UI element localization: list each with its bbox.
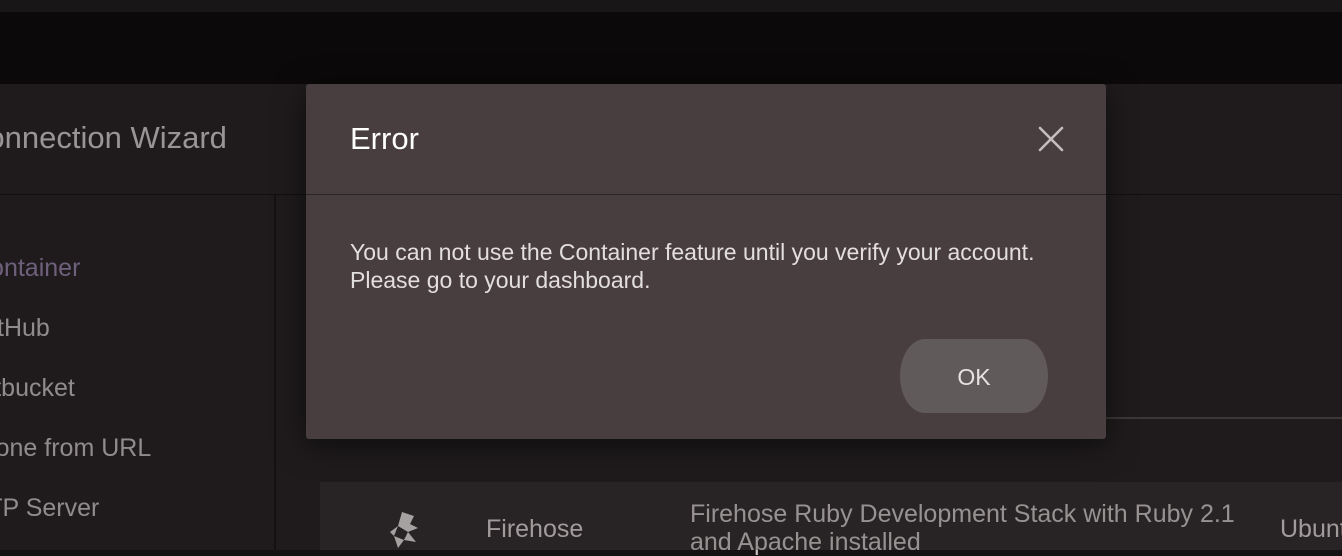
dialog-message-line-2: Please go to your dashboard. [350,267,651,293]
dialog-header: Error [306,84,1106,195]
close-icon[interactable] [1036,124,1066,154]
ok-button[interactable]: OK [900,339,1048,413]
dialog-message: You can not use the Container feature un… [350,238,1070,294]
dialog-message-line-1: You can not use the Container feature un… [350,239,1035,265]
error-dialog: Error You can not use the Container feat… [306,84,1106,439]
dialog-title: Error [350,121,419,156]
